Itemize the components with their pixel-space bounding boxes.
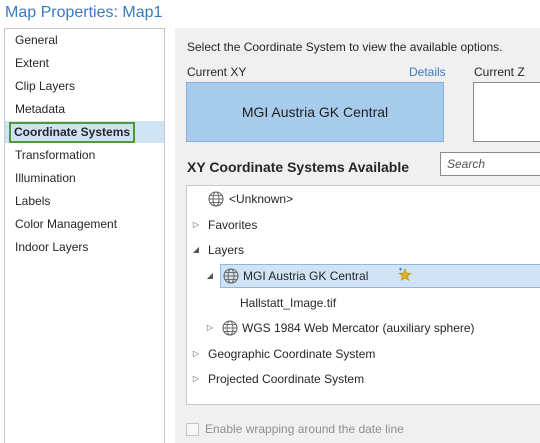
current-xy-label: Current XY: [187, 65, 247, 79]
window-title: Map Properties: Map1: [5, 4, 163, 21]
sidebar-item-label: Clip Layers: [15, 79, 76, 93]
current-xy-box[interactable]: MGI Austria GK Central: [186, 82, 444, 142]
coordinate-systems-panel: Select the Coordinate System to view the…: [175, 28, 540, 443]
tree-node-label: Favorites: [208, 218, 258, 232]
tree-node-label: Geographic Coordinate System: [208, 347, 376, 361]
sidebar-item-label: General: [15, 33, 58, 47]
sidebar-item-labels[interactable]: Labels: [5, 190, 164, 212]
globe-icon: [222, 320, 238, 336]
tree-node-mgi-austria-gk-central[interactable]: MGI Austria GK Central: [220, 264, 540, 288]
sidebar-item-color-management[interactable]: Color Management: [5, 213, 164, 235]
sidebar-item-coordinate-systems[interactable]: Coordinate Systems: [5, 121, 164, 143]
sidebar-item-extent[interactable]: Extent: [5, 52, 164, 74]
sidebar-item-clip-layers[interactable]: Clip Layers: [5, 75, 164, 97]
tree-node-layers[interactable]: ◢ Layers: [193, 239, 495, 261]
tree-node-hallstatt-image[interactable]: Hallstatt_Image.tif: [195, 292, 495, 314]
caret-right-icon[interactable]: ▷: [191, 343, 201, 365]
sidebar-item-illumination[interactable]: Illumination: [5, 167, 164, 189]
sidebar-item-label: Indoor Layers: [15, 240, 89, 254]
star-add-icon[interactable]: [398, 268, 412, 282]
caret-right-icon[interactable]: ▷: [205, 317, 215, 339]
sidebar-item-indoor-layers[interactable]: Indoor Layers: [5, 236, 164, 258]
sidebar-item-label: Illumination: [15, 171, 76, 185]
available-systems-heading: XY Coordinate Systems Available: [187, 159, 410, 175]
sidebar-item-metadata[interactable]: Metadata: [5, 98, 164, 120]
tree-node-unknown[interactable]: <Unknown>: [195, 188, 495, 210]
wrap-dateline-label: Enable wrapping around the date line: [205, 422, 404, 436]
properties-sidebar: General Extent Clip Layers Metadata Coor…: [4, 28, 165, 443]
tree-node-label: Hallstatt_Image.tif: [240, 296, 337, 310]
tree-node-label: <Unknown>: [229, 192, 294, 206]
caret-right-icon[interactable]: ▷: [191, 368, 201, 390]
tree-node-wgs-1984-web-mercator[interactable]: ▷ WGS 1984 Web Mercator (auxiliary spher…: [207, 317, 537, 339]
caret-right-icon[interactable]: ▷: [191, 214, 201, 236]
wrap-dateline-checkbox[interactable]: [186, 422, 199, 436]
caret-down-icon[interactable]: ◢: [205, 265, 215, 287]
current-z-box[interactable]: [473, 82, 540, 142]
tree-node-favorites[interactable]: ▷ Favorites: [193, 214, 495, 236]
sidebar-item-label: Extent: [15, 56, 50, 70]
tree-node-geographic-coordinate-system[interactable]: ▷ Geographic Coordinate System: [193, 343, 495, 365]
sidebar-item-label: Color Management: [15, 217, 118, 231]
sidebar-item-label: Coordinate Systems: [9, 122, 136, 143]
sidebar-item-transformation[interactable]: Transformation: [5, 144, 164, 166]
coordinate-systems-tree: <Unknown> ▷ Favorites ◢ Layers ◢ MGI Aus…: [186, 185, 540, 405]
sidebar-item-label: Metadata: [15, 102, 66, 116]
details-link[interactable]: Details: [409, 65, 446, 79]
instruction-text: Select the Coordinate System to view the…: [187, 40, 503, 54]
current-xy-value: MGI Austria GK Central: [241, 104, 389, 120]
current-z-label: Current Z: [474, 65, 525, 79]
globe-icon: [223, 268, 239, 284]
title-bar: Map Properties: Map1: [0, 0, 540, 26]
tree-node-label: Layers: [208, 243, 245, 257]
tree-node-label: Projected Coordinate System: [208, 372, 365, 386]
tree-node-label: MGI Austria GK Central: [243, 269, 369, 283]
sidebar-item-label: Labels: [15, 194, 51, 208]
caret-down-icon[interactable]: ◢: [191, 239, 201, 261]
tree-node-projected-coordinate-system[interactable]: ▷ Projected Coordinate System: [193, 368, 495, 390]
sidebar-item-label: Transformation: [15, 148, 96, 162]
search-input[interactable]: [440, 152, 540, 176]
tree-node-label: WGS 1984 Web Mercator (auxiliary sphere): [242, 321, 475, 335]
sidebar-item-general[interactable]: General: [5, 29, 164, 51]
wrap-dateline-option: Enable wrapping around the date line: [186, 421, 404, 437]
globe-icon: [208, 191, 224, 207]
